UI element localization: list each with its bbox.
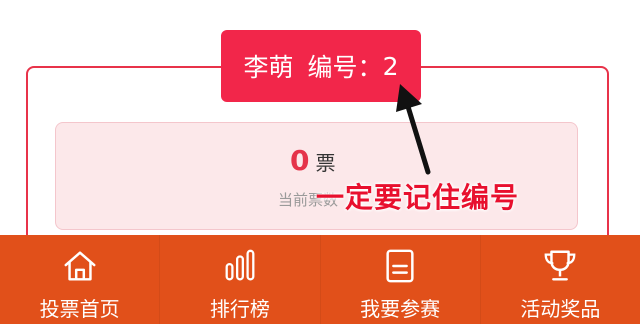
form-icon [386, 249, 414, 283]
nav-label-ranking: 排行榜 [209, 297, 270, 321]
bar-chart-icon [225, 249, 255, 281]
contestant-number-label: 编号： [307, 53, 383, 82]
nav-label-join: 我要参赛 [360, 297, 441, 321]
contestant-name-tag: 李萌 编号： 2 [221, 30, 421, 102]
vote-unit: 票 [315, 151, 336, 175]
contestant-number: 2 [382, 51, 399, 81]
trophy-icon [544, 250, 576, 281]
nav-item-prizes[interactable]: 活动奖品 [481, 235, 640, 324]
contestant-name: 李萌 [243, 53, 294, 82]
nav-item-join[interactable]: 我要参赛 [321, 235, 481, 324]
nav-item-ranking[interactable]: 排行榜 [160, 235, 321, 324]
annotation-arrow-icon [396, 84, 431, 175]
home-icon [64, 251, 96, 281]
vote-count: 0 [290, 144, 310, 177]
nav-item-home[interactable]: 投票首页 [0, 235, 161, 324]
nav-label-home: 投票首页 [39, 297, 120, 321]
vote-count-line: 0 票 [290, 144, 335, 177]
bottom-nav: 投票首页 排行榜 我要参赛 活动奖品 [0, 235, 640, 324]
nav-label-prizes: 活动奖品 [520, 297, 601, 321]
annotation-text: 一定要记住编号 [316, 181, 520, 214]
